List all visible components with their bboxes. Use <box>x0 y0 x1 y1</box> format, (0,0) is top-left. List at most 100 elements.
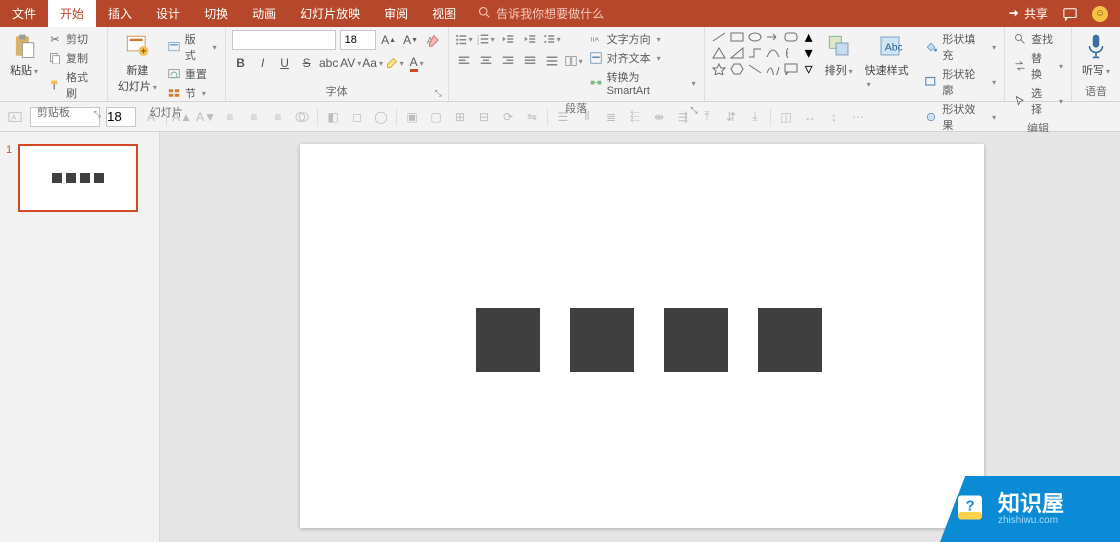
quick-styles-icon: Abc <box>876 32 904 60</box>
qt-send-back-icon[interactable]: ▢ <box>427 108 445 126</box>
shape-rectangle-3[interactable] <box>664 308 728 372</box>
qt-fill-icon[interactable]: ◧ <box>324 108 342 126</box>
cut-button[interactable]: ✂剪切 <box>46 30 101 48</box>
shape-brace-icon[interactable] <box>783 46 799 60</box>
font-name-input[interactable] <box>232 30 336 50</box>
quick-styles-button[interactable]: Abc 快速样式 <box>861 30 919 92</box>
thumbnail-slide-1[interactable]: 1 <box>0 144 159 212</box>
text-direction-button[interactable]: IIA文字方向 <box>587 30 698 48</box>
tab-view[interactable]: 视图 <box>420 0 468 27</box>
decrease-indent-button[interactable] <box>499 30 517 48</box>
line-spacing-button[interactable] <box>543 30 561 48</box>
copy-button[interactable]: 复制 <box>46 49 101 67</box>
convert-smartart-button[interactable]: 转换为 SmartArt <box>587 68 698 98</box>
shape-effects-button[interactable]: 形状效果 <box>922 100 998 134</box>
qt-align-center-icon[interactable]: ≡ <box>245 108 263 126</box>
arrange-icon <box>825 32 853 60</box>
qt-effects-icon[interactable]: ◯ <box>372 108 390 126</box>
tab-transitions[interactable]: 切换 <box>192 0 240 27</box>
shape-outline-button[interactable]: 形状轮廓 <box>922 65 998 99</box>
font-highlight-button[interactable] <box>386 54 404 72</box>
shape-star-icon[interactable] <box>711 62 727 76</box>
shape-gallery[interactable]: ▴ ▾ ▿ <box>711 30 817 76</box>
qt-outline-icon[interactable]: ◻ <box>348 108 366 126</box>
replace-button[interactable]: 替换 <box>1011 49 1065 83</box>
underline-button[interactable]: U <box>276 54 294 72</box>
decrease-font-icon[interactable]: A▼ <box>402 31 420 49</box>
shape-rectangle-1[interactable] <box>476 308 540 372</box>
format-painter-button[interactable]: 格式刷 <box>46 68 101 102</box>
shape-fill-button[interactable]: 形状填充 <box>922 30 998 64</box>
increase-indent-button[interactable] <box>521 30 539 48</box>
find-button[interactable]: 查找 <box>1011 30 1065 48</box>
font-size-input[interactable] <box>340 30 376 50</box>
new-slide-button[interactable]: 新建 幻灯片 <box>114 30 161 96</box>
feedback-icon[interactable] <box>1062 6 1078 22</box>
strikethrough-button[interactable]: S <box>298 54 316 72</box>
align-left-button[interactable] <box>455 52 473 70</box>
align-center-button[interactable] <box>477 52 495 70</box>
char-spacing-button[interactable]: AV <box>342 54 360 72</box>
tell-me-search[interactable]: 告诉我你想要做什么 <box>468 0 614 27</box>
share-button[interactable]: 共享 <box>1006 6 1048 22</box>
layout-button[interactable]: 版式 <box>165 30 219 64</box>
shape-line-icon[interactable] <box>711 30 727 44</box>
tab-animations[interactable]: 动画 <box>240 0 288 27</box>
shape-rect-icon[interactable] <box>729 30 745 44</box>
italic-button[interactable]: I <box>254 54 272 72</box>
shape-rtriangle-icon[interactable] <box>729 46 745 60</box>
clear-formatting-icon[interactable]: A <box>424 31 442 49</box>
shape-rectangle-2[interactable] <box>570 308 634 372</box>
dialog-launcher-icon[interactable]: ⤡ <box>94 109 101 120</box>
arrange-button[interactable]: 排列 <box>821 30 857 80</box>
account-smiley-icon[interactable]: ☺ <box>1092 6 1108 22</box>
qt-align-left-icon[interactable]: ≡ <box>221 108 239 126</box>
tab-review[interactable]: 审阅 <box>372 0 420 27</box>
shape-triangle-icon[interactable] <box>711 46 727 60</box>
shape-gallery-expand-icon[interactable]: ▿ <box>801 62 817 76</box>
dialog-launcher-icon[interactable]: ⤡ <box>434 88 441 99</box>
paste-button[interactable]: 粘贴 <box>6 30 42 80</box>
change-case-button[interactable]: Aa <box>364 54 382 72</box>
shape-line2-icon[interactable] <box>747 62 763 76</box>
shape-rectangle-4[interactable] <box>758 308 822 372</box>
align-text-button[interactable]: 对齐文本 <box>587 49 698 67</box>
shape-more-down-icon[interactable]: ▾ <box>801 46 817 60</box>
shape-connector-icon[interactable] <box>747 46 763 60</box>
shadow-button[interactable]: abc <box>320 54 338 72</box>
shape-hexagon-icon[interactable] <box>729 62 745 76</box>
qt-merge-icon[interactable] <box>293 108 311 126</box>
font-color-button[interactable]: A <box>408 54 426 72</box>
shape-arrow-icon[interactable] <box>765 30 781 44</box>
shape-roundrect-icon[interactable] <box>783 30 799 44</box>
columns-button[interactable] <box>565 52 583 70</box>
section-button[interactable]: 节 <box>165 84 219 102</box>
tab-file[interactable]: 文件 <box>0 0 48 27</box>
tab-insert[interactable]: 插入 <box>96 0 144 27</box>
shape-callout-icon[interactable] <box>783 62 799 76</box>
numbering-button[interactable]: 123 <box>477 30 495 48</box>
thumbnail-preview[interactable] <box>18 144 138 212</box>
slide[interactable] <box>300 144 984 528</box>
dialog-launcher-icon[interactable]: ⤡ <box>690 105 697 116</box>
justify-button[interactable] <box>521 52 539 70</box>
select-button[interactable]: 选择 <box>1011 84 1065 118</box>
bold-button[interactable]: B <box>232 54 250 72</box>
tab-slideshow[interactable]: 幻灯片放映 <box>288 0 372 27</box>
tab-design[interactable]: 设计 <box>144 0 192 27</box>
shape-curve-icon[interactable] <box>765 46 781 60</box>
increase-font-icon[interactable]: A▲ <box>380 31 398 49</box>
dictate-button[interactable]: 听写 <box>1078 30 1114 80</box>
distribute-button[interactable] <box>543 52 561 70</box>
qt-align-right-icon[interactable]: ≡ <box>269 108 287 126</box>
align-right-button[interactable] <box>499 52 517 70</box>
shape-freeform-icon[interactable] <box>765 62 781 76</box>
paste-icon <box>10 32 38 60</box>
qt-bring-front-icon[interactable]: ▣ <box>403 108 421 126</box>
bullets-button[interactable] <box>455 30 473 48</box>
thumbnail-pane[interactable]: 1 <box>0 132 160 542</box>
shape-oval-icon[interactable] <box>747 30 763 44</box>
tab-home[interactable]: 开始 <box>48 0 96 27</box>
shape-more-up-icon[interactable]: ▴ <box>801 30 817 44</box>
reset-button[interactable]: 重置 <box>165 65 219 83</box>
